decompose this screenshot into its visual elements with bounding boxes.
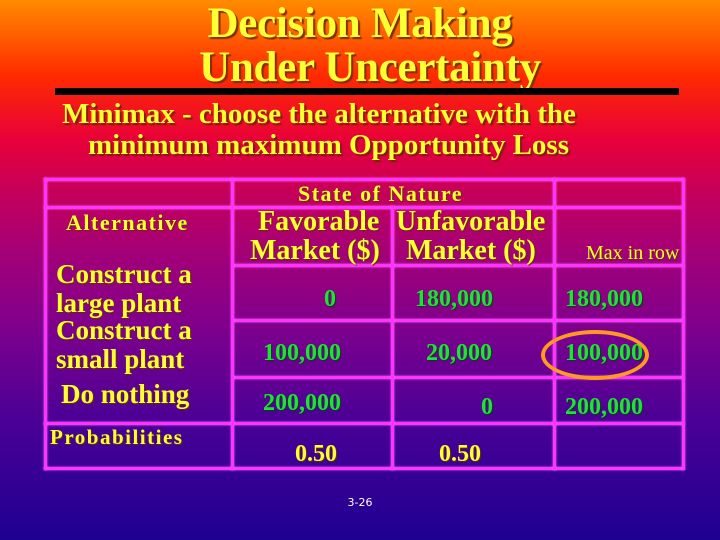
slide-number: 3-26 <box>347 496 373 509</box>
alt-row1-line2: small plant <box>56 344 185 374</box>
prob-unfavorable: 0.50 <box>439 441 481 467</box>
probabilities-label: Probabilities <box>50 425 184 449</box>
favorable-header-line1: Favorable <box>258 206 380 237</box>
max-in-row-header: Max in row <box>586 242 680 264</box>
alt-row0-line1: Construct a <box>56 259 192 289</box>
minimax-highlight-circle <box>541 330 649 380</box>
grid-line <box>553 178 556 470</box>
grid-line <box>231 178 234 470</box>
grid-line <box>44 178 47 470</box>
grid-line <box>232 319 684 322</box>
cell-row0-max: 180,000 <box>565 286 643 312</box>
favorable-header-line2: Market ($) <box>250 235 380 266</box>
prob-favorable: 0.50 <box>295 441 337 467</box>
unfavorable-header-line2: Market ($) <box>406 235 536 266</box>
title-divider <box>55 88 679 95</box>
unfavorable-header-line1: Unfavorable <box>396 206 546 237</box>
alt-row1-line1: Construct a <box>56 315 192 345</box>
grid-line <box>682 178 685 470</box>
cell-row0-unfavorable: 180,000 <box>415 286 493 312</box>
alternative-header: Alternative <box>66 210 189 235</box>
cell-row2-max: 200,000 <box>565 394 643 420</box>
subtitle-line2: minimum maximum Opportunity Loss <box>88 129 569 161</box>
grid-line <box>391 206 394 470</box>
slide-title-line2: Under Uncertainty <box>199 44 541 91</box>
alt-row0-line2: large plant <box>56 288 182 318</box>
alt-row2-line1: Do nothing <box>61 379 190 409</box>
grid-line <box>44 467 684 470</box>
cell-row1-unfavorable: 20,000 <box>426 340 492 366</box>
slide-title-line1: Decision Making <box>207 0 513 47</box>
subtitle-line1: Minimax - choose the alternative with th… <box>62 98 576 130</box>
state-of-nature-header: State of Nature <box>298 181 464 206</box>
cell-row0-favorable: 0 <box>324 286 336 312</box>
cell-row1-favorable: 100,000 <box>263 340 341 366</box>
cell-row2-unfavorable: 0 <box>481 394 493 420</box>
cell-row2-favorable: 200,000 <box>263 390 341 416</box>
